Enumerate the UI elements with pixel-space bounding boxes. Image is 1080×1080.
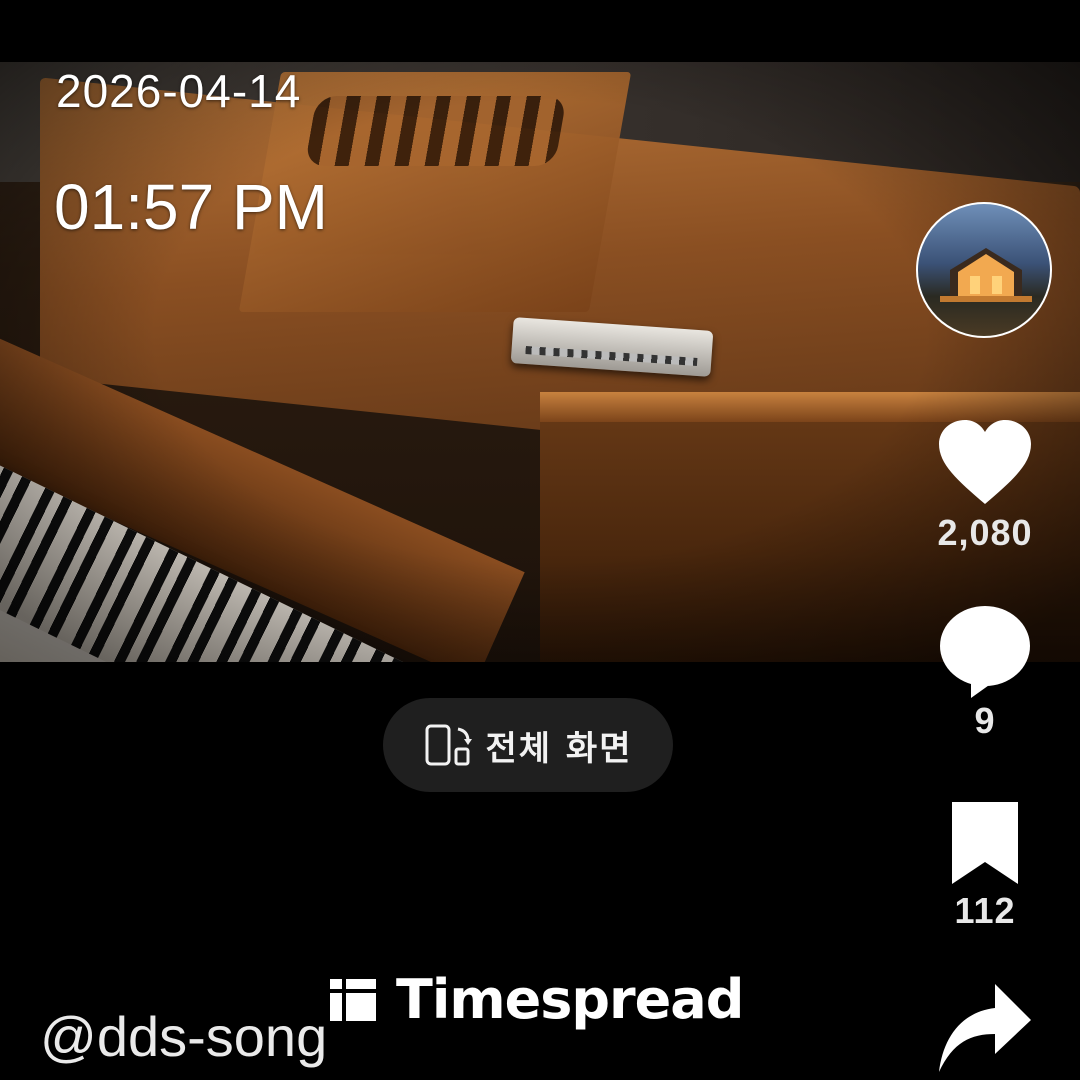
fullscreen-button[interactable]: 전체 화면 bbox=[383, 698, 673, 792]
like-button[interactable]: 2,080 bbox=[930, 418, 1040, 554]
timespread-logo-icon bbox=[330, 978, 376, 1021]
share-button[interactable] bbox=[930, 982, 1040, 1078]
house-icon bbox=[940, 248, 1032, 302]
fullscreen-label: 전체 화면 bbox=[485, 728, 633, 769]
author-handle[interactable]: @dds-song bbox=[40, 1004, 327, 1069]
comment-icon bbox=[940, 606, 1030, 698]
watermark-text: Timespread bbox=[396, 968, 744, 1031]
like-count: 2,080 bbox=[937, 512, 1033, 553]
date-label: 2026-04-14 bbox=[56, 65, 302, 117]
share-icon bbox=[939, 984, 1031, 1072]
comment-count: 9 bbox=[974, 700, 996, 741]
time-label: 01:57 PM bbox=[54, 171, 328, 243]
vignette bbox=[0, 62, 1080, 662]
comment-button[interactable]: 9 bbox=[930, 604, 1040, 742]
bookmark-icon bbox=[952, 802, 1018, 884]
bookmark-button[interactable]: 112 bbox=[930, 800, 1040, 932]
timespread-watermark: Timespread bbox=[328, 968, 744, 1031]
video-frame[interactable] bbox=[0, 62, 1080, 662]
bookmark-count: 112 bbox=[954, 890, 1016, 931]
author-avatar[interactable] bbox=[916, 202, 1052, 338]
rotate-screen-icon bbox=[425, 724, 472, 766]
heart-icon bbox=[939, 420, 1031, 504]
